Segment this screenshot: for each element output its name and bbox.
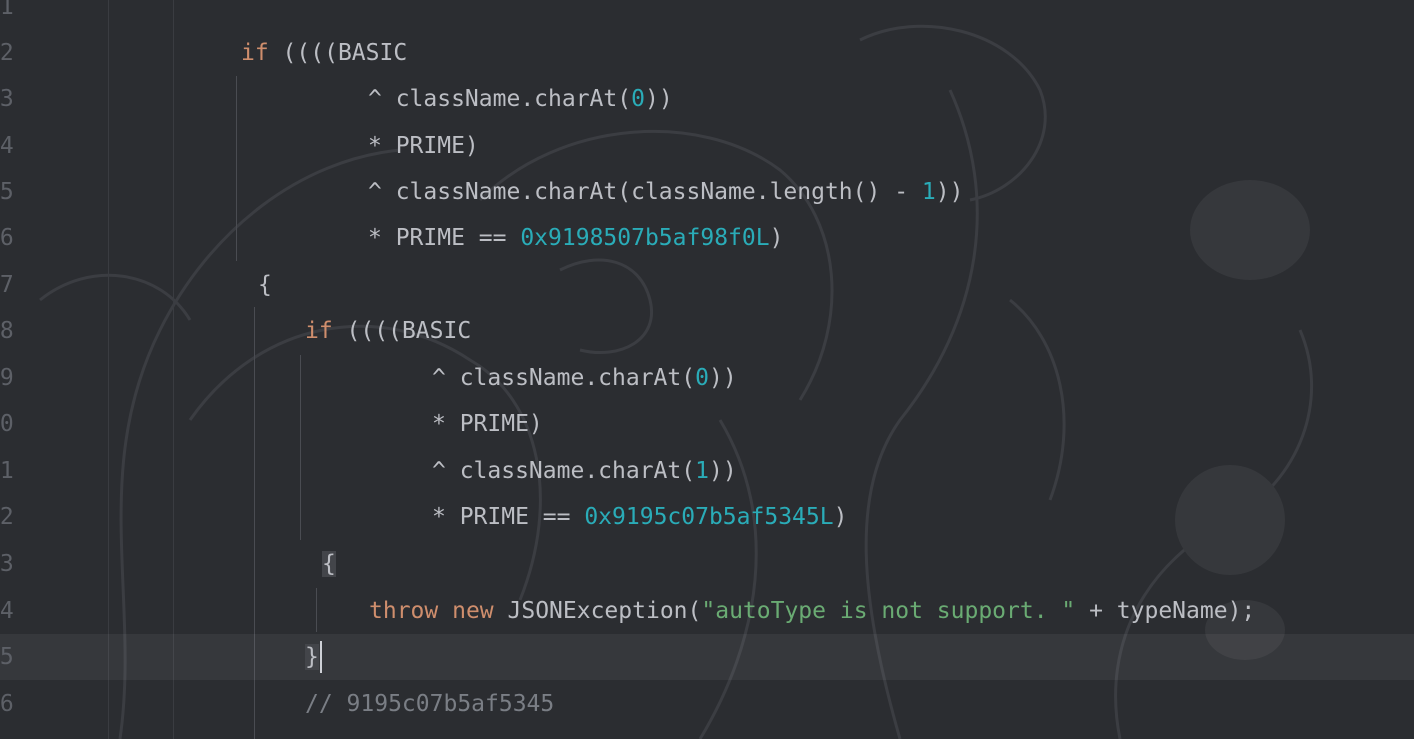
code-text: { (258, 262, 272, 308)
code-line[interactable]: 02 if ((((BASIC (0, 30, 1414, 76)
code-line[interactable]: 09 ^ className.charAt(0)) (0, 355, 1414, 401)
code-token: ^ className.charAt( (368, 86, 632, 112)
code-line[interactable]: 14 throw new JSONException("autoType is n… (0, 588, 1414, 634)
code-text: if ((((BASIC (241, 30, 407, 76)
code-line[interactable]: 07 { (0, 262, 1414, 308)
code-token: // 9195c07b5af5345 (305, 691, 555, 717)
line-number: 13 (0, 551, 14, 577)
code-text: * PRIME) (432, 401, 543, 447)
line-number: 05 (0, 179, 14, 205)
code-text: } (305, 634, 319, 680)
code-text: * PRIME) (368, 123, 479, 169)
code-token: 0 (695, 365, 709, 391)
line-number: 16 (0, 691, 14, 717)
code-token: + typeName); (1075, 598, 1256, 624)
code-token: ) (769, 225, 784, 251)
code-token: ) (833, 504, 848, 530)
code-token: )) (708, 458, 737, 484)
code-token: ^ className.charAt( (432, 458, 696, 484)
code-token: )) (644, 86, 673, 112)
code-line[interactable]: 03 ^ className.charAt(0)) (0, 76, 1414, 122)
code-text: { (322, 541, 336, 587)
line-number: 07 (0, 272, 14, 298)
code-token: * PRIME == (368, 225, 521, 251)
code-text: * PRIME == 0x9195c07b5af5345L) (432, 494, 847, 540)
line-number: 12 (0, 504, 14, 530)
code-line[interactable]: 06 * PRIME == 0x9198507b5af98f0L) (0, 215, 1414, 261)
code-text: ^ className.charAt(0)) (432, 355, 737, 401)
code-text: ^ className.charAt(1)) (432, 448, 737, 494)
code-token: ^ className.charAt(className.length() - (368, 179, 922, 205)
code-token: ^ className.charAt( (432, 365, 696, 391)
code-token: * PRIME) (432, 411, 543, 437)
line-number: 09 (0, 365, 14, 391)
code-line[interactable]: 01 (0, 0, 1414, 30)
code-token: } (305, 644, 319, 670)
line-number: 01 (0, 0, 14, 20)
code-token: )) (935, 179, 964, 205)
code-token: 0 (631, 86, 645, 112)
code-line[interactable]: 05 ^ className.charAt(className.length() … (0, 169, 1414, 215)
line-number: 04 (0, 133, 14, 159)
code-line[interactable]: 11 ^ className.charAt(1)) (0, 448, 1414, 494)
code-text: if ((((BASIC (305, 308, 471, 354)
code-text: * PRIME == 0x9198507b5af98f0L) (368, 215, 783, 261)
line-number: 02 (0, 40, 14, 66)
line-number: 11 (0, 458, 14, 484)
line-number: 08 (0, 318, 14, 344)
line-number: 14 (0, 598, 14, 624)
code-editor[interactable]: 0102if ((((BASIC03^ className.charAt(0))… (0, 0, 1414, 739)
code-token: if (241, 40, 269, 66)
code-token: * PRIME) (368, 133, 479, 159)
line-number: 06 (0, 225, 14, 251)
line-number: 15 (0, 644, 14, 670)
code-token: throw (369, 598, 439, 624)
code-text: ^ className.charAt(className.length() - … (368, 169, 963, 215)
code-token: * PRIME == (432, 504, 585, 530)
code-line[interactable]: 10 * PRIME) (0, 401, 1414, 447)
code-token: 0x9195c07b5af5345L (584, 504, 834, 530)
code-token: 1 (921, 179, 936, 205)
code-text: ^ className.charAt(0)) (368, 76, 673, 122)
code-token: )) (708, 365, 737, 391)
code-token: 0x9198507b5af98f0L (520, 225, 770, 251)
code-token: ((((BASIC (268, 40, 408, 66)
code-token: { (322, 551, 336, 577)
code-text: // 9195c07b5af5345 (305, 681, 554, 727)
text-caret (320, 641, 322, 673)
code-token: { (258, 272, 272, 298)
code-token: 1 (695, 458, 709, 484)
code-line[interactable]: 16 // 9195c07b5af5345 (0, 681, 1414, 727)
line-number: 10 (0, 411, 14, 437)
code-line[interactable]: 08 if ((((BASIC (0, 308, 1414, 354)
code-line[interactable]: 15} (0, 634, 1414, 680)
code-token: if (305, 318, 333, 344)
code-line[interactable]: 04 * PRIME) (0, 123, 1414, 169)
line-number: 03 (0, 86, 14, 112)
code-token: new (452, 598, 494, 624)
code-line[interactable]: 12 * PRIME == 0x9195c07b5af5345L) (0, 494, 1414, 540)
code-token: ((((BASIC (332, 318, 472, 344)
code-token: "autoType is not support. " (701, 598, 1076, 624)
code-token: JSONException( (493, 598, 702, 624)
code-text: throw new JSONException("autoType is not… (369, 588, 1255, 634)
code-line[interactable]: 13 { (0, 541, 1414, 587)
